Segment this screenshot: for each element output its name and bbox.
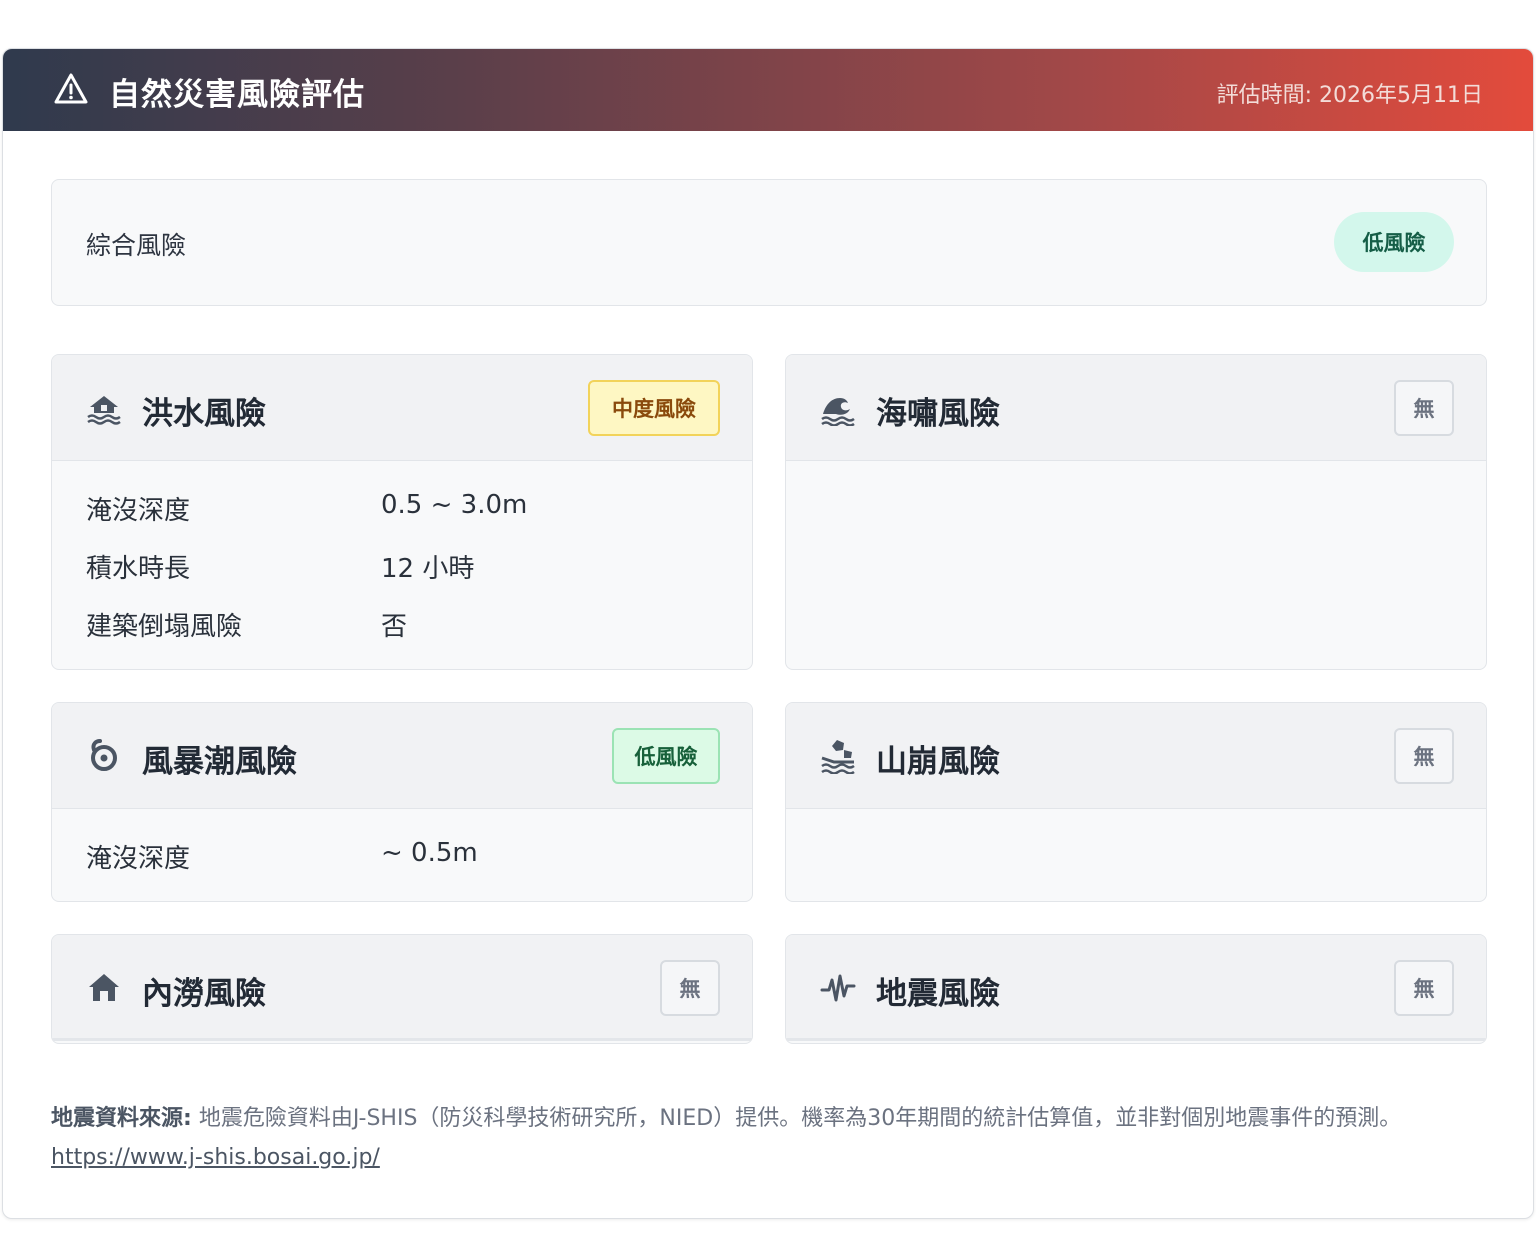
- inland-flood-risk-badge: 無: [660, 960, 720, 1016]
- detail-value: 否: [381, 612, 408, 642]
- landslide-risk-header: 山崩風險 無: [786, 703, 1486, 809]
- source-label: 地震資料來源:: [51, 1106, 192, 1131]
- earthquake-risk-header: 地震風險 無: [786, 935, 1486, 1041]
- risk-panel: 自然災害風險評估 評估時間: 2026年5月11日 綜合風險 低風險 洪水風險 …: [2, 48, 1534, 1219]
- flood-risk-title: 洪水風險: [142, 396, 266, 432]
- tsunami-risk-card: 海嘯風險 無: [785, 354, 1487, 670]
- detail-key: 建築倒塌風險: [86, 612, 243, 642]
- hurricane-icon: [91, 739, 117, 771]
- overall-risk-card: 綜合風險 低風險: [51, 179, 1487, 306]
- panel-title: 自然災害風險評估: [109, 77, 365, 113]
- detail-key: 淹沒深度: [86, 844, 191, 874]
- overall-risk-badge: 低風險: [1334, 212, 1454, 272]
- earthquake-risk-title: 地震風險: [876, 976, 1000, 1012]
- tsunami-risk-header: 海嘯風險 無: [786, 355, 1486, 461]
- house-flood-icon: [87, 396, 121, 425]
- inland-flood-risk-title: 內澇風險: [142, 976, 266, 1012]
- detail-value: ~ 0.5m: [381, 838, 478, 868]
- tsunami-risk-badge: 無: [1394, 380, 1454, 436]
- source-link[interactable]: https://www.j-shis.bosai.go.jp/: [51, 1145, 380, 1170]
- landslide-risk-title: 山崩風險: [876, 744, 1000, 780]
- source-text: 地震危險資料由J-SHIS（防災科學技術研究所，NIED）提供。機率為30年期間…: [198, 1106, 1402, 1131]
- detail-value: 12 小時: [381, 554, 475, 584]
- flood-risk-header: 洪水風險 中度風險: [52, 355, 752, 461]
- detail-key: 積水時長: [86, 554, 191, 584]
- detail-value: 0.5 ~ 3.0m: [381, 490, 528, 520]
- water-wave-icon: [821, 398, 855, 426]
- assessment-timestamp: 評估時間: 2026年5月11日: [1216, 83, 1483, 108]
- inland-flood-risk-card: 內澇風險 無: [51, 934, 753, 1044]
- inland-flood-risk-header: 內澇風險 無: [52, 935, 752, 1041]
- earthquake-risk-badge: 無: [1394, 960, 1454, 1016]
- landslide-risk-badge: 無: [1394, 728, 1454, 784]
- storm-surge-risk-card: 風暴潮風險 低風險 淹沒深度 ~ 0.5m: [51, 702, 753, 902]
- flood-risk-badge: 中度風險: [588, 380, 720, 436]
- detail-key: 淹沒深度: [86, 496, 191, 526]
- panel-header: 自然災害風險評估 評估時間: 2026年5月11日: [3, 49, 1533, 131]
- landslide-risk-card: 山崩風險 無: [785, 702, 1487, 902]
- storm-surge-risk-header: 風暴潮風險 低風險: [52, 703, 752, 809]
- seismic-wave-icon: [820, 974, 856, 1002]
- warning-triangle-icon: [54, 73, 88, 104]
- storm-surge-risk-badge: 低風險: [612, 728, 720, 784]
- flood-risk-card: 洪水風險 中度風險 淹沒深度 0.5 ~ 3.0m 積水時長 12 小時 建築倒…: [51, 354, 753, 670]
- data-source-note: 地震資料來源: 地震危險資料由J-SHIS（防災科學技術研究所，NIED）提供。…: [51, 1099, 1487, 1177]
- tsunami-risk-title: 海嘯風險: [876, 396, 1000, 432]
- house-icon: [89, 974, 119, 1001]
- landslide-icon: [821, 740, 855, 774]
- storm-surge-risk-title: 風暴潮風險: [142, 744, 297, 780]
- earthquake-risk-card: 地震風險 無: [785, 934, 1487, 1044]
- overall-risk-label: 綜合風險: [86, 231, 187, 260]
